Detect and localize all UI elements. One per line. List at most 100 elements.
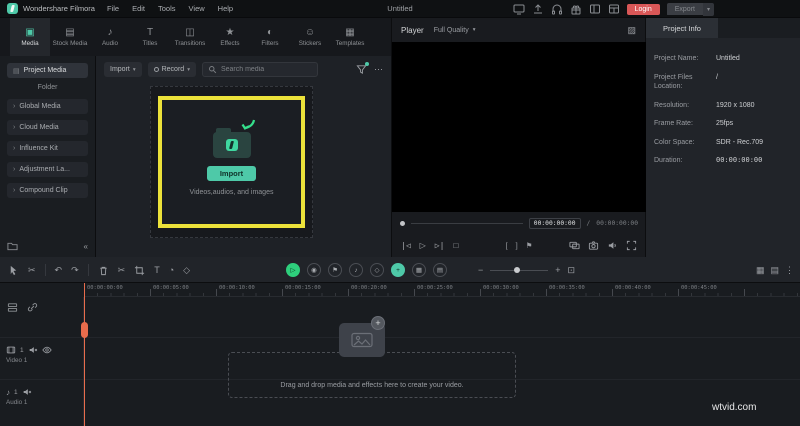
video-preview[interactable] [392,42,646,212]
zoom-slider-thumb[interactable] [514,267,521,273]
sidebar-item-project-media[interactable]: ▤ Project Media [7,63,88,78]
menu-file[interactable]: File [107,4,119,13]
chevron-down-icon: ▾ [132,66,136,73]
menu-edit[interactable]: Edit [132,4,145,13]
mark-out-button[interactable]: ] [516,241,518,250]
tab-audio[interactable]: ♪ Audio [90,18,130,56]
timeline-ruler[interactable]: 00:00:00:00 00:00:05:00 00:00:10:00 00:0… [84,283,800,297]
fit-timeline-button[interactable]: ⊡ [568,265,576,276]
text-tool-button[interactable]: T [154,265,160,275]
voiceover-icon[interactable]: ♪ [349,263,363,277]
keyframe-circle-icon[interactable]: ◇ [370,263,384,277]
pointer-tool-icon[interactable] [8,265,19,276]
add-effect-toggle[interactable]: + [391,263,405,277]
marker-flag-button[interactable]: ⚑ [526,241,533,250]
delete-button[interactable] [98,265,109,276]
hide-track-eye-icon[interactable] [41,345,52,355]
flag-marker-icon[interactable]: ⚑ [328,263,342,277]
playback-quality-dropdown[interactable]: Full Quality ▾ [434,27,476,34]
import-dropdown-button[interactable]: Import ▾ [104,62,142,77]
mute-track-icon[interactable] [28,345,38,355]
divider [44,264,46,276]
link-clips-icon[interactable] [27,302,38,313]
sidebar-item-adjustment-layer[interactable]: › Adjustment La... [7,162,88,177]
timeline-tracks[interactable]: 1 Video 1 ♪ 1 Audio 1 Drag and drop medi… [0,297,800,426]
share-upload-icon[interactable] [532,3,544,15]
sidebar-item-compound-clip[interactable]: › Compound Clip [7,183,88,198]
chevron-down-icon[interactable]: ▾ [702,2,714,16]
sidebar-item-global-media[interactable]: › Global Media [7,99,88,114]
filter-funnel-icon[interactable] [356,62,369,75]
stop-button[interactable]: □ [453,241,458,250]
search-input[interactable] [220,66,309,73]
manage-tracks-icon[interactable] [7,302,18,313]
search-media-box[interactable] [201,62,318,77]
razor-tool-icon[interactable]: ✂ [28,265,36,275]
project-info-panel: Project Info Project Name: Untitled Proje… [646,18,800,257]
tab-media[interactable]: ▣ Media [10,18,50,56]
timeline-layout-icon[interactable]: ▦ [756,265,765,276]
tab-stickers[interactable]: ☺ Stickers [290,18,330,56]
redo-button[interactable]: ↷ [71,265,79,276]
crop-button[interactable] [134,265,145,276]
speed-button[interactable]: ◔ [169,265,174,275]
export-label: Export [666,3,703,15]
volume-icon[interactable] [607,240,618,251]
mirror-display-icon[interactable] [569,240,580,251]
import-dropzone[interactable]: Import Videos,audios, and images [150,86,313,238]
sidebar-item-cloud-media[interactable]: › Cloud Media [7,120,88,135]
track-badge: 1 [20,346,24,354]
new-folder-icon[interactable] [7,241,18,252]
seek-track[interactable] [411,222,523,224]
seek-handle[interactable] [400,220,405,226]
export-button[interactable]: Export ▾ [666,2,714,16]
preview-media-icon[interactable]: ▨ [627,25,636,35]
zoom-in-button[interactable]: + [555,265,560,275]
timeline-dropzone[interactable]: Drag and drop media and effects here to … [228,352,516,398]
panel-layout-icon[interactable]: ▤ [770,265,779,276]
fullscreen-icon[interactable] [626,240,637,251]
mark-in-button[interactable]: [ [506,241,508,250]
zoom-slider[interactable] [490,267,549,273]
more-options-icon[interactable]: ⋯ [374,65,383,74]
screen-recorder-icon[interactable] [513,3,525,15]
gift-promo-icon[interactable] [570,3,582,15]
add-media-button[interactable]: + [371,316,385,330]
snapshot-camera-icon[interactable] [588,240,599,251]
tab-titles[interactable]: T Titles [130,18,170,56]
split-button[interactable]: ✂ [118,265,126,276]
tab-transitions[interactable]: ◫ Transitions [170,18,210,56]
export-frame-icon[interactable]: ▦ [412,263,426,277]
playhead[interactable] [81,283,88,426]
tab-templates[interactable]: ▦ Templates [330,18,370,56]
undo-button[interactable]: ↶ [55,265,63,276]
workspace-icon[interactable] [589,3,601,15]
record-dropdown-button[interactable]: Record ▾ [147,62,196,77]
marker-tool-icon[interactable]: ◉ [307,263,321,277]
menu-tools[interactable]: Tools [158,4,176,13]
sidebar-item-influence-kit[interactable]: › Influence Kit [7,141,88,156]
next-frame-button[interactable]: ▷| [435,241,445,250]
tab-project-info[interactable]: Project Info [646,18,718,38]
keyframe-button[interactable]: ◇ [183,265,190,276]
collapse-sidebar-icon[interactable]: « [84,242,88,251]
sidebar-folder-header[interactable]: Folder [7,84,88,91]
menu-help[interactable]: Help [218,4,233,13]
play-button[interactable]: ▷ [420,241,426,250]
previous-frame-button[interactable]: |◁ [401,241,411,250]
tab-stock-media[interactable]: ▤ Stock Media [50,18,90,56]
zoom-out-button[interactable]: − [478,265,483,275]
render-preview-toggle[interactable]: ▷ [286,263,300,277]
layout-icon[interactable] [608,3,620,15]
headset-support-icon[interactable] [551,3,563,15]
import-button[interactable]: Import [206,166,257,181]
player-title: Player [401,25,424,35]
mute-track-icon[interactable] [22,387,32,397]
tab-effects[interactable]: ★ Effects [210,18,250,56]
menu-view[interactable]: View [189,4,205,13]
tab-filters[interactable]: ◐ Filters [250,18,290,56]
playhead-handle[interactable] [81,322,88,338]
timeline-more-icon[interactable]: ⋮ [785,265,794,276]
mixer-icon[interactable]: ▤ [433,263,447,277]
login-button[interactable]: Login [626,3,660,15]
